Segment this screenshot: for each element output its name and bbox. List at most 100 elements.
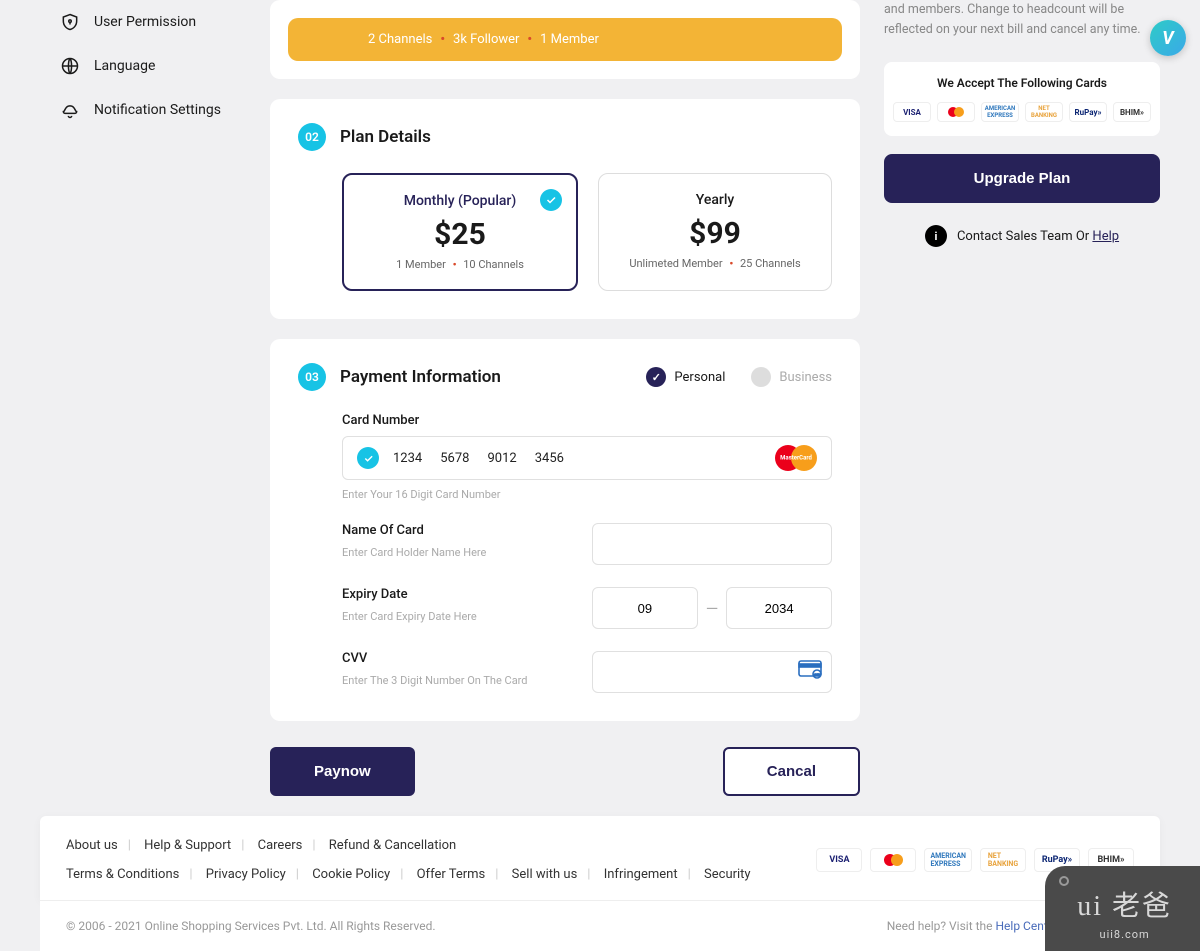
amex-icon: AMERICANEXPRESS bbox=[924, 848, 972, 872]
main-content: 2 Channels • 3k Follower • 1 Member 02 P… bbox=[270, 0, 860, 796]
float-badge: V bbox=[1150, 20, 1186, 56]
dot-icon: • bbox=[527, 32, 532, 47]
cvv-hint: Enter The 3 Digit Number On The Card bbox=[342, 674, 592, 687]
section-title: Plan Details bbox=[340, 127, 431, 147]
bell-icon bbox=[60, 100, 80, 120]
plan-name: Monthly (Popular) bbox=[364, 193, 556, 209]
card-number-value: 1234 5678 9012 3456 bbox=[393, 451, 564, 466]
dot-icon: • bbox=[440, 32, 445, 47]
sidebar-item-language[interactable]: Language bbox=[60, 44, 250, 88]
visa-icon: VISA bbox=[893, 102, 931, 122]
plan-yearly[interactable]: Yearly $99 Unlimeted Member • 25 Channel… bbox=[598, 173, 832, 291]
plan-subtext: 1 Member • 10 Channels bbox=[364, 258, 556, 271]
sidebar: User Permission Language Notification Se… bbox=[0, 0, 270, 796]
expiry-hint: Enter Card Expiry Date Here bbox=[342, 610, 592, 623]
shield-lock-icon bbox=[60, 12, 80, 32]
card-number-hint: Enter Your 16 Digit Card Number bbox=[342, 488, 832, 501]
radio-checked-icon bbox=[646, 367, 666, 387]
cvv-label: CVV bbox=[342, 651, 592, 666]
footer-link[interactable]: Terms & Conditions bbox=[66, 867, 179, 882]
card-cvv-icon: cvv bbox=[798, 660, 822, 684]
contact-sales: i Contact Sales Team Or Help bbox=[884, 225, 1160, 247]
radio-label: Personal bbox=[674, 370, 725, 385]
cvv-input[interactable] bbox=[592, 651, 832, 693]
footer-links-row1: About us| Help & Support| Careers| Refun… bbox=[66, 838, 751, 853]
section-title: Payment Information bbox=[340, 367, 501, 387]
radio-unchecked-icon bbox=[751, 367, 771, 387]
footer-link[interactable]: Help & Support bbox=[144, 838, 231, 853]
netbanking-icon: NETBANKING bbox=[980, 848, 1026, 872]
banner-card: 2 Channels • 3k Follower • 1 Member bbox=[270, 0, 860, 79]
expiry-label: Expiry Date bbox=[342, 587, 592, 602]
cancel-button[interactable]: Cancal bbox=[723, 747, 860, 796]
banner-followers: 3k Follower bbox=[453, 32, 519, 47]
need-help-text: Need help? Visit the bbox=[887, 919, 996, 933]
chat-icon: i bbox=[925, 225, 947, 247]
action-row: Paynow Cancal bbox=[270, 747, 860, 796]
card-number-input[interactable]: 1234 5678 9012 3456 MasterCard bbox=[342, 436, 832, 480]
footer-link[interactable]: Sell with us bbox=[512, 867, 578, 882]
right-panel: and members. Change to headcount will be… bbox=[860, 0, 1160, 796]
valid-check-icon bbox=[357, 447, 379, 469]
expiry-year-input[interactable] bbox=[726, 587, 832, 629]
mastercard-icon: MasterCard bbox=[775, 445, 817, 471]
footer: About us| Help & Support| Careers| Refun… bbox=[40, 816, 1160, 900]
footer-link[interactable]: Cookie Policy bbox=[312, 867, 390, 882]
radio-personal[interactable]: Personal bbox=[646, 367, 725, 387]
sidebar-item-label: User Permission bbox=[94, 14, 196, 30]
dot-icon: • bbox=[729, 257, 733, 270]
svg-text:cvv: cvv bbox=[814, 672, 820, 677]
step-badge: 02 bbox=[298, 123, 326, 151]
amex-icon: AMERICANEXPRESS bbox=[981, 102, 1019, 122]
radio-business[interactable]: Business bbox=[751, 367, 832, 387]
paynow-button[interactable]: Paynow bbox=[270, 747, 415, 796]
footer-link[interactable]: Infringement bbox=[604, 867, 678, 882]
payment-card: 03 Payment Information Personal Business bbox=[270, 339, 860, 721]
radio-label: Business bbox=[779, 370, 832, 385]
accepted-cards: We Accept The Following Cards VISA AMERI… bbox=[884, 62, 1160, 136]
plan-subtext: Unlimeted Member • 25 Channels bbox=[619, 257, 811, 270]
footer-link[interactable]: Careers bbox=[258, 838, 303, 853]
plan-price: $99 bbox=[619, 216, 811, 251]
name-hint: Enter Card Holder Name Here bbox=[342, 546, 592, 559]
help-link[interactable]: Help bbox=[1092, 229, 1119, 244]
plan-description: and members. Change to headcount will be… bbox=[884, 0, 1160, 40]
card-name-input[interactable] bbox=[592, 523, 832, 565]
sidebar-item-label: Notification Settings bbox=[94, 102, 221, 118]
expiry-month-input[interactable] bbox=[592, 587, 698, 629]
dot-icon: • bbox=[453, 258, 457, 271]
sidebar-item-notifications[interactable]: Notification Settings bbox=[60, 88, 250, 132]
footer-links-row2: Terms & Conditions| Privacy Policy| Cook… bbox=[66, 867, 751, 882]
plan-banner: 2 Channels • 3k Follower • 1 Member bbox=[288, 18, 842, 61]
check-icon bbox=[540, 189, 562, 211]
footer-link[interactable]: About us bbox=[66, 838, 118, 853]
footer-link[interactable]: Privacy Policy bbox=[206, 867, 286, 882]
account-type-radio: Personal Business bbox=[646, 367, 832, 387]
banner-members: 1 Member bbox=[540, 32, 599, 47]
footer-bar: © 2006 - 2021 Online Shopping Services P… bbox=[40, 900, 1160, 951]
contact-text: Contact Sales Team Or bbox=[957, 229, 1092, 244]
globe-icon bbox=[60, 56, 80, 76]
accepted-cards-title: We Accept The Following Cards bbox=[898, 76, 1146, 90]
visa-icon: VISA bbox=[816, 848, 862, 872]
plan-price: $25 bbox=[364, 217, 556, 252]
footer-link[interactable]: Security bbox=[704, 867, 751, 882]
sidebar-item-label: Language bbox=[94, 58, 155, 74]
footer-link[interactable]: Offer Terms bbox=[417, 867, 486, 882]
card-number-label: Card Number bbox=[342, 413, 832, 428]
footer-link[interactable]: Refund & Cancellation bbox=[329, 838, 456, 853]
plan-name: Yearly bbox=[619, 192, 811, 208]
copyright: © 2006 - 2021 Online Shopping Services P… bbox=[66, 919, 436, 933]
netbanking-icon: NETBANKING bbox=[1025, 102, 1063, 122]
plan-monthly[interactable]: Monthly (Popular) $25 1 Member • 10 Chan… bbox=[342, 173, 578, 291]
banner-channels: 2 Channels bbox=[368, 32, 432, 47]
mastercard-icon bbox=[870, 848, 916, 872]
name-label: Name Of Card bbox=[342, 523, 592, 538]
plan-details-card: 02 Plan Details Monthly (Popular) $25 1 … bbox=[270, 99, 860, 319]
dash-icon: — bbox=[706, 599, 719, 618]
section-header: 02 Plan Details bbox=[298, 123, 832, 151]
bhim-icon: BHIM» bbox=[1113, 102, 1151, 122]
watermark: ui 老爸 uii8.com bbox=[1045, 866, 1200, 951]
sidebar-item-user-permission[interactable]: User Permission bbox=[60, 0, 250, 44]
upgrade-plan-button[interactable]: Upgrade Plan bbox=[884, 154, 1160, 203]
